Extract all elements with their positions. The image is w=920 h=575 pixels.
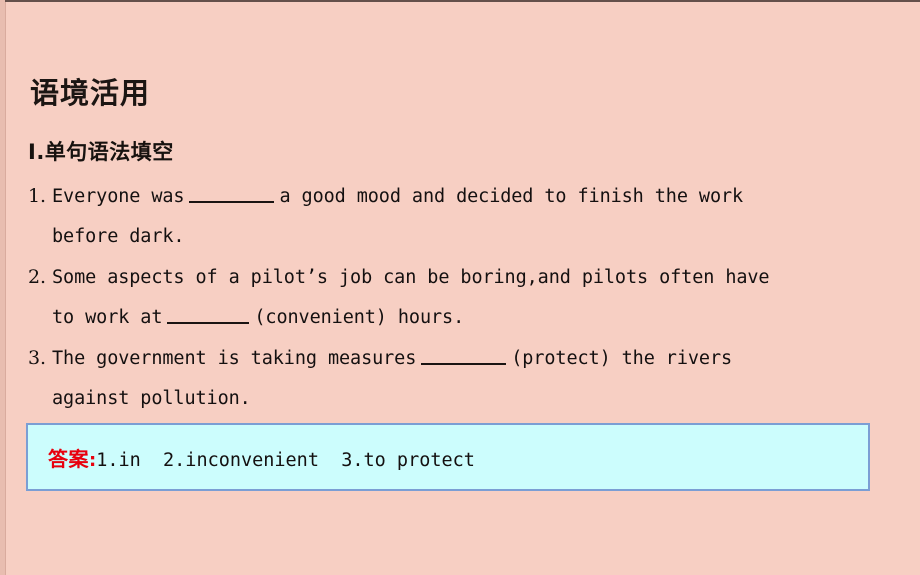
answer-blank-3[interactable] — [421, 344, 507, 365]
answer-blank-1[interactable] — [189, 182, 275, 203]
page-title: 语境活用 — [30, 76, 151, 110]
question-number-1: 1. — [28, 185, 46, 207]
question-2-line2: to work at (convenient) hours. — [28, 298, 894, 338]
top-divider-rule — [0, 0, 920, 2]
answer-key-box: 答案:1.in 2.inconvenient 3.to protect — [26, 423, 870, 491]
answer-key-text: 1.in 2.inconvenient 3.to protect — [96, 449, 475, 471]
question-number-3: 3. — [28, 347, 46, 369]
answer-key-label: 答案 — [48, 446, 89, 471]
answer-key-line: 答案:1.in 2.inconvenient 3.to protect — [28, 443, 475, 472]
question-2-text-before-blank: to work at — [52, 307, 163, 328]
question-item-2: 2. Some aspects of a pilot’s job can be b… — [28, 257, 894, 338]
question-1-text-before-blank: Everyone was — [52, 186, 185, 207]
left-margin-rule — [5, 2, 6, 575]
section-heading: Ⅰ.单句语法填空 — [28, 140, 174, 164]
question-3-line2: against pollution. — [52, 388, 251, 409]
slide-canvas: 语境活用 Ⅰ.单句语法填空 1. Everyone was a good mood … — [0, 0, 920, 575]
question-3-text-after-blank: (protect) the rivers — [511, 348, 733, 369]
question-1-line2: before dark. — [52, 226, 185, 247]
answer-blank-2[interactable] — [167, 303, 250, 324]
question-2-text-after-blank: (convenient) hours. — [254, 307, 465, 328]
question-2-line1: Some aspects of a pilot’s job can be bor… — [52, 267, 770, 288]
question-item-3: 3. The government is taking measures (prot… — [28, 338, 894, 419]
question-item-1: 1. Everyone was a good mood and decided to… — [28, 176, 894, 257]
question-1-text-after-blank: a good mood and decided to finish the wo… — [279, 186, 744, 207]
question-3-text-before-blank: The government is taking measures — [52, 348, 417, 369]
question-list: 1. Everyone was a good mood and decided to… — [28, 176, 894, 419]
question-number-2: 2. — [28, 266, 46, 288]
